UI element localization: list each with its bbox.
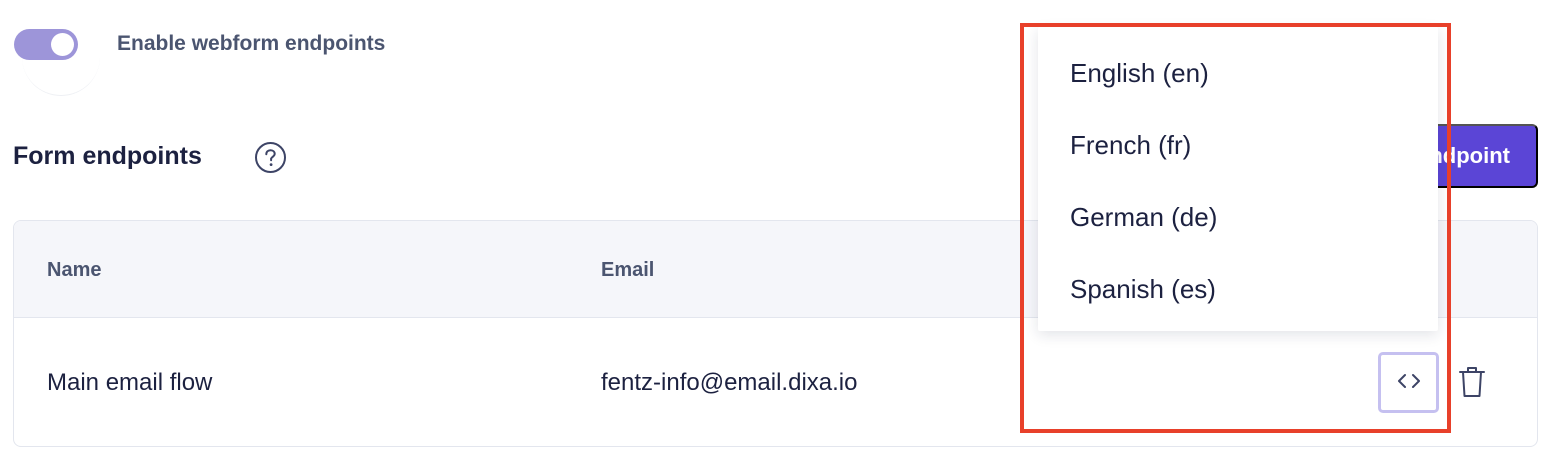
menu-item-german[interactable]: German (de) <box>1070 202 1217 233</box>
menu-item-french[interactable]: French (fr) <box>1070 130 1191 161</box>
column-header-name: Name <box>47 259 102 281</box>
code-brackets-icon <box>1396 372 1422 393</box>
column-header-email: Email <box>601 259 655 281</box>
webform-endpoints-toggle[interactable] <box>14 29 78 60</box>
row-name: Main email flow <box>47 369 213 396</box>
embed-code-button[interactable] <box>1378 352 1439 413</box>
menu-item-english[interactable]: English (en) <box>1070 58 1209 89</box>
toggle-knob <box>51 33 74 56</box>
row-email: fentz-info@email.dixa.io <box>601 369 858 396</box>
toggle-label: Enable webform endpoints <box>117 32 386 55</box>
menu-item-spanish[interactable]: Spanish (es) <box>1070 274 1216 305</box>
section-title: Form endpoints <box>13 142 202 170</box>
question-circle-icon[interactable] <box>254 141 287 174</box>
trash-icon[interactable] <box>1457 364 1487 400</box>
language-dropdown-menu: English (en) French (fr) German (de) Spa… <box>1038 27 1438 331</box>
